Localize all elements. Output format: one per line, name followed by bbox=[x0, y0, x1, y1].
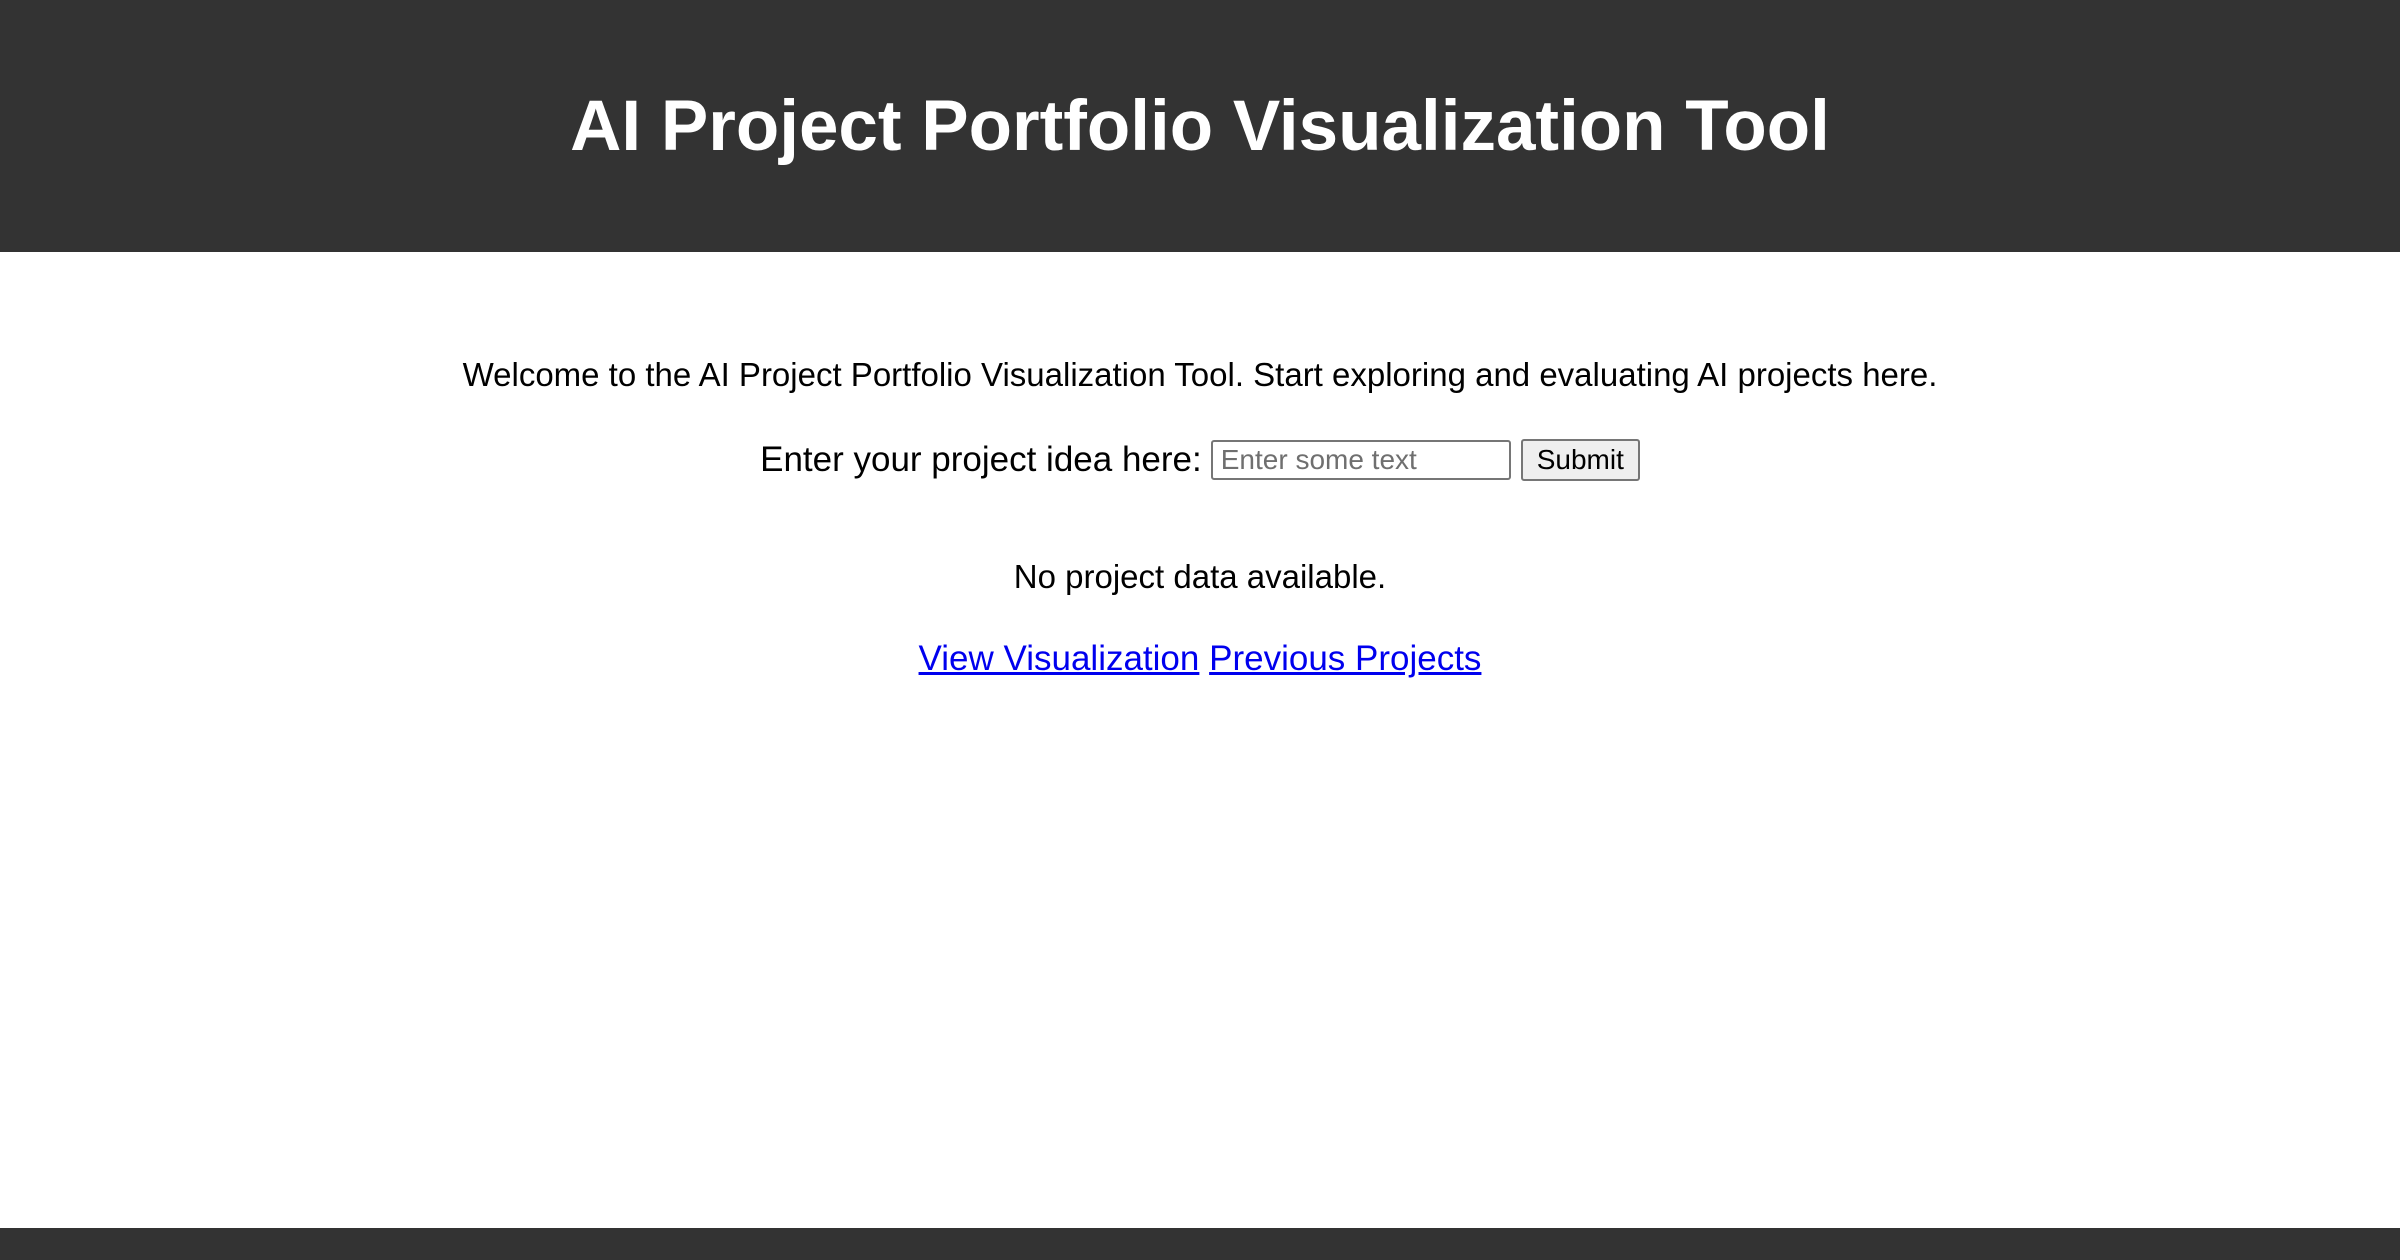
project-idea-form: Enter your project idea here: Submit bbox=[0, 432, 2400, 488]
welcome-text: Welcome to the AI Project Portfolio Visu… bbox=[462, 356, 1938, 393]
view-visualization-link[interactable]: View Visualization bbox=[919, 639, 1200, 678]
submit-button[interactable]: Submit bbox=[1520, 439, 1640, 481]
page-title: AI Project Portfolio Visualization Tool bbox=[570, 86, 1830, 166]
nav-links: View Visualization Previous Projects bbox=[0, 634, 2400, 684]
project-idea-input[interactable] bbox=[1210, 440, 1511, 480]
site-header: AI Project Portfolio Visualization Tool bbox=[0, 0, 2400, 252]
page: AI Project Portfolio Visualization Tool … bbox=[0, 0, 2400, 1260]
project-idea-label: Enter your project idea here: bbox=[760, 440, 1202, 479]
previous-projects-link[interactable]: Previous Projects bbox=[1209, 639, 1481, 678]
site-footer bbox=[0, 1228, 2400, 1260]
status-text: No project data available. bbox=[1013, 558, 1387, 595]
